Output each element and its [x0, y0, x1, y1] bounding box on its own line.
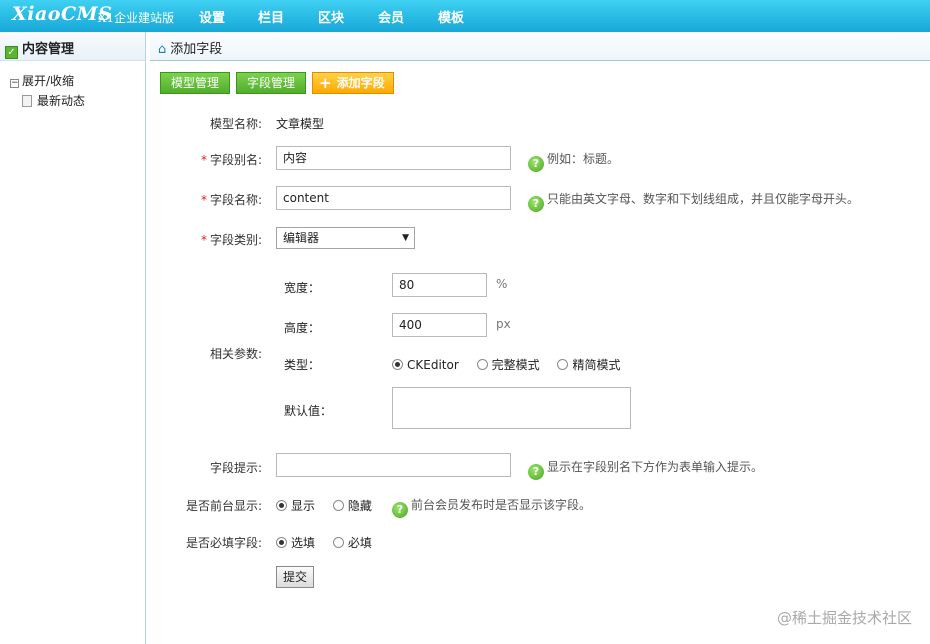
- help-icon: ?: [528, 196, 544, 212]
- show-option-show[interactable]: 显示: [276, 499, 315, 513]
- editor-type-simple-label: 精简模式: [572, 358, 621, 372]
- width-unit: %: [496, 277, 508, 291]
- required-mark: *: [200, 233, 207, 247]
- collapse-minus-icon[interactable]: −: [10, 79, 19, 88]
- field-manage-button[interactable]: 字段管理: [236, 72, 307, 94]
- tree-root-label: 展开/收缩: [22, 74, 75, 88]
- add-field-button[interactable]: + 添加字段: [312, 72, 394, 94]
- editor-type-ckeditor[interactable]: CKEditor: [392, 358, 459, 372]
- top-bar: XiaoCMS X1企业建站版 设置 栏目 区块 会员 模板: [0, 0, 930, 32]
- height-label: 高度：: [284, 321, 321, 335]
- field-tip-hint: ? 显示在字段别名下方作为表单输入提示。: [528, 458, 763, 480]
- alias-input[interactable]: 内容: [276, 146, 511, 170]
- breadcrumb-bar: ⌂ 添加字段: [150, 32, 930, 61]
- radio-unselected[interactable]: [476, 359, 488, 370]
- show-frontend-label: 是否前台显示:: [185, 499, 262, 513]
- required-mark: *: [200, 153, 207, 167]
- help-icon: ?: [392, 502, 408, 518]
- default-value-label: 默认值：: [284, 404, 333, 418]
- alias-hint-text: 例如：标题。: [547, 152, 620, 166]
- nav-settings[interactable]: 设置: [199, 7, 225, 26]
- required-option-required-label: 必填: [347, 536, 372, 550]
- model-name-value: 文章模型: [276, 117, 325, 131]
- breadcrumb-current: 添加字段: [170, 42, 223, 57]
- editor-type-label: 类型：: [284, 358, 321, 372]
- field-type-selected: 编辑器: [283, 231, 320, 245]
- tree-item-label: 最新动态: [37, 94, 86, 108]
- add-field-label: 添加字段: [336, 76, 385, 90]
- editor-type-simple[interactable]: 精简模式: [557, 358, 620, 372]
- width-input[interactable]: 80: [392, 273, 487, 297]
- help-icon: ?: [528, 156, 544, 172]
- tree-item-news[interactable]: 最新动态: [10, 91, 145, 111]
- required-option-required[interactable]: 必填: [332, 536, 372, 550]
- radio-selected[interactable]: [392, 359, 403, 370]
- dropdown-arrow-icon: ▼: [402, 233, 409, 243]
- watermark: @稀土掘金技术社区: [776, 609, 912, 627]
- model-name-label: 模型名称:: [209, 117, 262, 131]
- show-frontend-hint: ? 前台会员发布时是否显示该字段。: [392, 496, 591, 518]
- nav-blocks[interactable]: 区块: [318, 7, 344, 26]
- field-name-hint-text: 只能由英文字母、数字和下划线组成，并且仅能字母开头。: [547, 192, 860, 206]
- nav-columns[interactable]: 栏目: [258, 7, 284, 26]
- required-field-group: 选填 必填: [276, 534, 386, 551]
- home-icon[interactable]: ⌂: [158, 42, 166, 57]
- editor-type-ckeditor-label: CKEditor: [407, 358, 459, 372]
- radio-unselected[interactable]: [332, 500, 344, 511]
- plus-icon: +: [319, 74, 332, 92]
- field-tip-label: 字段提示:: [209, 461, 262, 475]
- show-frontend-hint-text: 前台会员发布时是否显示该字段。: [411, 498, 592, 512]
- show-option-hide-label: 隐藏: [347, 499, 372, 513]
- radio-unselected[interactable]: [332, 537, 344, 548]
- document-icon: [22, 95, 32, 107]
- alias-hint: ? 例如：标题。: [528, 150, 619, 172]
- alias-label-text: 字段别名:: [209, 153, 262, 167]
- default-value-textarea[interactable]: [392, 387, 631, 429]
- field-type-label-text: 字段类别:: [209, 233, 262, 247]
- logo-edition: X1企业建站版: [98, 11, 175, 25]
- radio-selected[interactable]: [276, 500, 287, 511]
- sidebar: ✓ 内容管理 − 展开/收缩 最新动态: [0, 32, 146, 644]
- required-field-label: 是否必填字段:: [185, 536, 262, 550]
- field-tip-input[interactable]: [276, 453, 511, 477]
- nav-templates[interactable]: 模板: [438, 7, 464, 26]
- required-option-optional-label: 选填: [291, 536, 316, 550]
- editor-type-full-label: 完整模式: [491, 358, 540, 372]
- show-frontend-group: 显示 隐藏: [276, 497, 386, 514]
- field-name-label-text: 字段名称:: [209, 193, 262, 207]
- height-input[interactable]: 400: [392, 313, 487, 337]
- params-label: 相关参数:: [209, 347, 262, 361]
- submit-button[interactable]: 提交: [276, 566, 315, 588]
- field-name-hint: ? 只能由英文字母、数字和下划线组成，并且仅能字母开头。: [528, 190, 859, 212]
- editor-type-full[interactable]: 完整模式: [476, 358, 540, 372]
- radio-unselected[interactable]: [557, 359, 569, 370]
- field-type-select[interactable]: 编辑器 ▼: [276, 227, 415, 249]
- height-unit: px: [496, 317, 511, 331]
- show-option-hide[interactable]: 隐藏: [332, 499, 372, 513]
- sidebar-header: ✓ 内容管理: [0, 32, 145, 61]
- tree-root[interactable]: − 展开/收缩: [10, 71, 145, 91]
- field-tip-hint-text: 显示在字段别名下方作为表单输入提示。: [547, 460, 764, 474]
- sidebar-title: 内容管理: [22, 42, 75, 57]
- required-option-optional[interactable]: 选填: [276, 536, 315, 550]
- field-type-label: * 字段类别:: [152, 231, 262, 248]
- nav-members[interactable]: 会员: [378, 7, 404, 26]
- model-manage-button[interactable]: 模型管理: [160, 72, 231, 94]
- collapse-check-icon[interactable]: ✓: [5, 46, 18, 59]
- help-icon: ?: [528, 464, 544, 480]
- field-name-label: * 字段名称:: [152, 191, 262, 208]
- field-name-input[interactable]: content: [276, 186, 511, 210]
- alias-label: * 字段别名:: [152, 151, 262, 168]
- breadcrumb: ⌂ 添加字段: [158, 38, 222, 57]
- required-mark: *: [200, 193, 207, 207]
- category-tree: − 展开/收缩 最新动态: [0, 61, 145, 111]
- show-option-show-label: 显示: [291, 499, 316, 513]
- radio-selected[interactable]: [276, 537, 287, 548]
- editor-type-group: CKEditor 完整模式 精简模式: [392, 356, 634, 373]
- width-label: 宽度：: [284, 281, 321, 295]
